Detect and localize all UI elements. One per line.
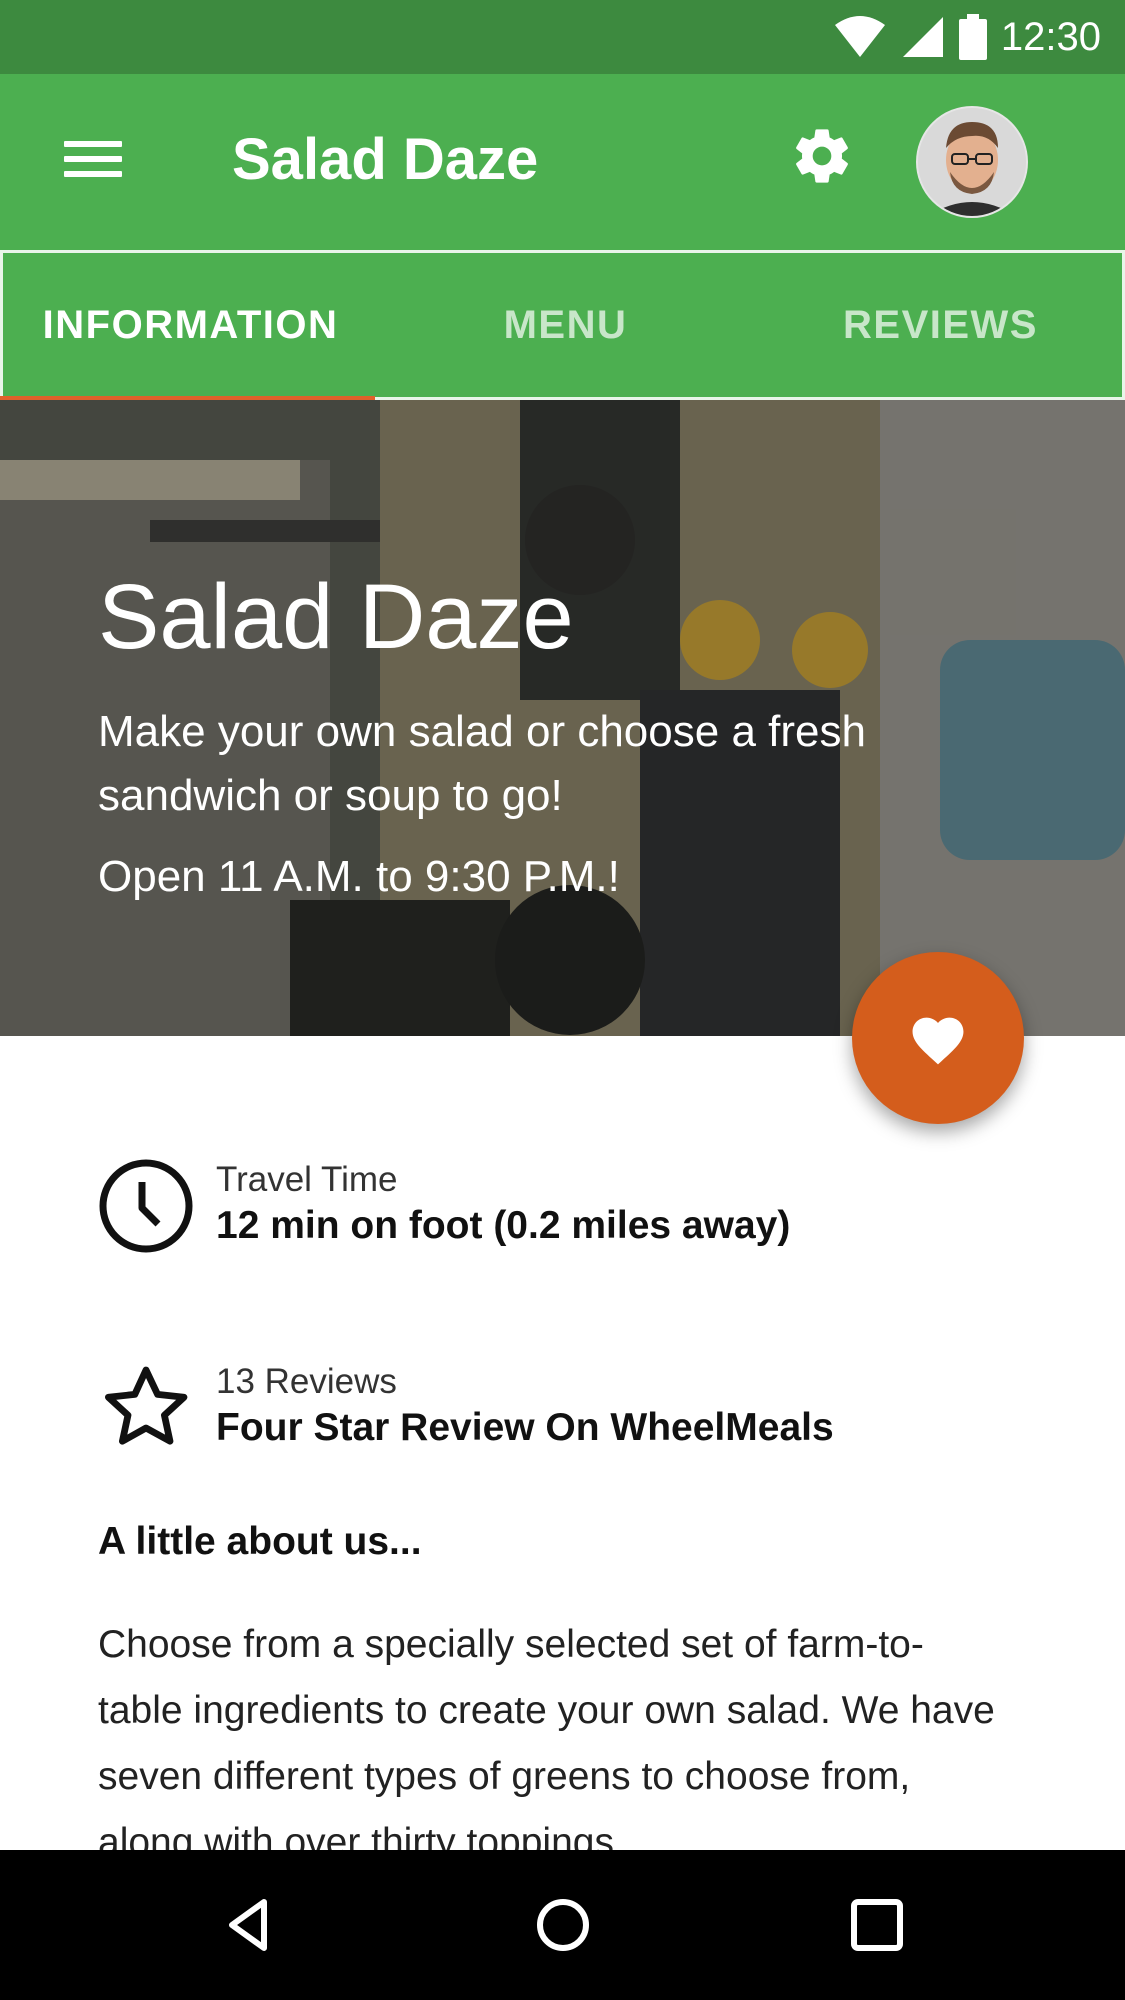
travel-time-row: Travel Time 12 min on foot (0.2 miles aw…: [98, 1158, 1058, 1258]
hero-hours: Open 11 A.M. to 9:30 P.M.!: [98, 852, 620, 901]
about-text: Choose from a specially selected set of …: [98, 1623, 995, 1864]
system-nav-bar: [0, 1850, 1125, 2000]
status-icons: 12:30: [833, 0, 1101, 74]
travel-time-label: Travel Time: [216, 1160, 398, 1199]
tab-menu[interactable]: MENU: [378, 253, 753, 397]
app-title: Salad Daze: [232, 127, 539, 192]
about-heading: A little about us...: [98, 1520, 422, 1563]
wifi-icon: [834, 16, 885, 57]
status-time: 12:30: [1000, 14, 1101, 59]
tab-information[interactable]: INFORMATION: [3, 253, 378, 397]
clock-icon: [99, 1159, 193, 1253]
heart-icon: [912, 1017, 964, 1065]
status-bar: 12:30: [0, 0, 1125, 74]
hero-title: Salad Daze: [98, 566, 574, 668]
menu-icon[interactable]: [58, 132, 128, 192]
hero-banner: Salad Daze Make your own salad or choose…: [0, 400, 1125, 1036]
hero-description: Make your own salad or choose a fresh sa…: [98, 707, 866, 820]
recents-icon[interactable]: [842, 1890, 912, 1960]
reviews-count: 13 Reviews: [216, 1362, 397, 1401]
signal-icon: [902, 17, 943, 57]
app-bar: Salad Daze: [0, 74, 1125, 250]
reviews-row[interactable]: 13 Reviews Four Star Review On WheelMeal…: [98, 1360, 1058, 1460]
gear-icon[interactable]: [790, 124, 854, 188]
travel-time-value: 12 min on foot (0.2 miles away): [216, 1204, 791, 1247]
avatar-portrait: [918, 108, 1026, 216]
battery-icon: [958, 14, 987, 60]
star-icon: [105, 1366, 188, 1445]
favorite-button[interactable]: [852, 952, 1024, 1124]
reviews-summary: Four Star Review On WheelMeals: [216, 1406, 834, 1449]
home-icon[interactable]: [528, 1890, 598, 1960]
back-icon[interactable]: [214, 1890, 284, 1960]
avatar[interactable]: [916, 106, 1028, 218]
tab-bar: INFORMATION MENU REVIEWS: [0, 250, 1125, 400]
tab-reviews[interactable]: REVIEWS: [753, 253, 1125, 397]
